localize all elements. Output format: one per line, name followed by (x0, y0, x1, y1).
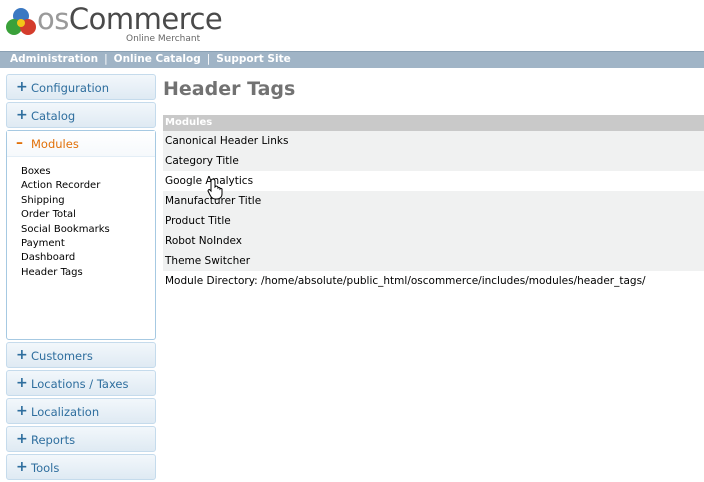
sidebar-section-label: Configuration (31, 81, 109, 95)
sidebar-section-localization[interactable]: + Localization (6, 398, 156, 424)
table-row[interactable]: Canonical Header Links (163, 131, 704, 151)
table-header: Modules (163, 115, 704, 131)
sidebar-section-label: Tools (31, 461, 60, 475)
minus-icon: – (16, 135, 23, 151)
sidebar-section-catalog[interactable]: + Catalog (6, 102, 156, 128)
plus-icon: + (16, 431, 28, 447)
sidebar-section-modules-header[interactable]: – Modules (7, 131, 155, 157)
sidebar-section-customers[interactable]: + Customers (6, 342, 156, 368)
sidebar-section-label: Customers (31, 349, 93, 363)
table-row[interactable]: Category Title (163, 151, 704, 171)
table-row[interactable]: Robot NoIndex (163, 231, 704, 251)
modules-submenu: Boxes Action Recorder Shipping Order Tot… (7, 157, 155, 280)
submenu-item-payment[interactable]: Payment (21, 237, 155, 251)
table-row[interactable]: Theme Switcher (163, 251, 704, 271)
plus-icon: + (16, 79, 28, 95)
plus-icon: + (16, 375, 28, 391)
sidebar-section-label: Reports (31, 433, 76, 447)
online-catalog-link[interactable]: Online Catalog (114, 53, 201, 65)
plus-icon: + (16, 403, 28, 419)
submenu-item-dashboard[interactable]: Dashboard (21, 251, 155, 265)
submenu-item-boxes[interactable]: Boxes (21, 165, 155, 179)
sidebar-section-label: Catalog (31, 109, 76, 123)
sidebar-section-modules: – Modules Boxes Action Recorder Shipping… (6, 130, 156, 340)
top-navigation-bar: Administration | Online Catalog | Support Si… (0, 51, 704, 68)
plus-icon: + (16, 347, 28, 363)
module-directory-label: Module Directory: (165, 275, 258, 287)
submenu-item-shipping[interactable]: Shipping (21, 194, 155, 208)
main-content: Header Tags Modules Canonical Header Lin… (163, 78, 704, 287)
sidebar-section-label: Modules (31, 137, 79, 151)
separator: | (104, 53, 108, 65)
sidebar-section-tools[interactable]: + Tools (6, 454, 156, 480)
module-directory: Module Directory: /home/absolute/public_… (163, 271, 704, 291)
support-site-link[interactable]: Support Site (216, 53, 290, 65)
separator: | (206, 53, 211, 65)
module-directory-path: /home/absolute/public_html/oscommerce/in… (261, 275, 646, 287)
brand-subtitle: Online Merchant (126, 34, 201, 44)
plus-icon: + (16, 459, 28, 475)
brand-name: osCommerce (37, 2, 223, 36)
sidebar-section-locations-taxes[interactable]: + Locations / Taxes (6, 370, 156, 396)
submenu-item-order-total[interactable]: Order Total (21, 208, 155, 222)
sidebar-section-label: Localization (31, 405, 100, 419)
sidebar-menu: + Configuration + Catalog – Modules Boxe… (6, 74, 156, 482)
modules-table: Modules Canonical Header Links Category … (163, 115, 704, 291)
plus-icon: + (16, 107, 28, 123)
table-row[interactable]: Manufacturer Title (163, 191, 704, 211)
oscommerce-logo-icon (6, 8, 36, 35)
page-title: Header Tags (163, 78, 296, 100)
submenu-item-social-bookmarks[interactable]: Social Bookmarks (21, 223, 155, 237)
sidebar-section-label: Locations / Taxes (31, 377, 129, 391)
table-row[interactable]: Product Title (163, 211, 704, 231)
hand-pointer-icon (207, 178, 223, 200)
administration-link[interactable]: Administration (10, 53, 98, 65)
submenu-item-header-tags[interactable]: Header Tags (21, 266, 155, 280)
sidebar-section-configuration[interactable]: + Configuration (6, 74, 156, 100)
submenu-item-action-recorder[interactable]: Action Recorder (21, 179, 155, 193)
header-logo: osCommerce Online Merchant (0, 0, 704, 50)
table-row[interactable]: Google Analytics (163, 171, 704, 191)
